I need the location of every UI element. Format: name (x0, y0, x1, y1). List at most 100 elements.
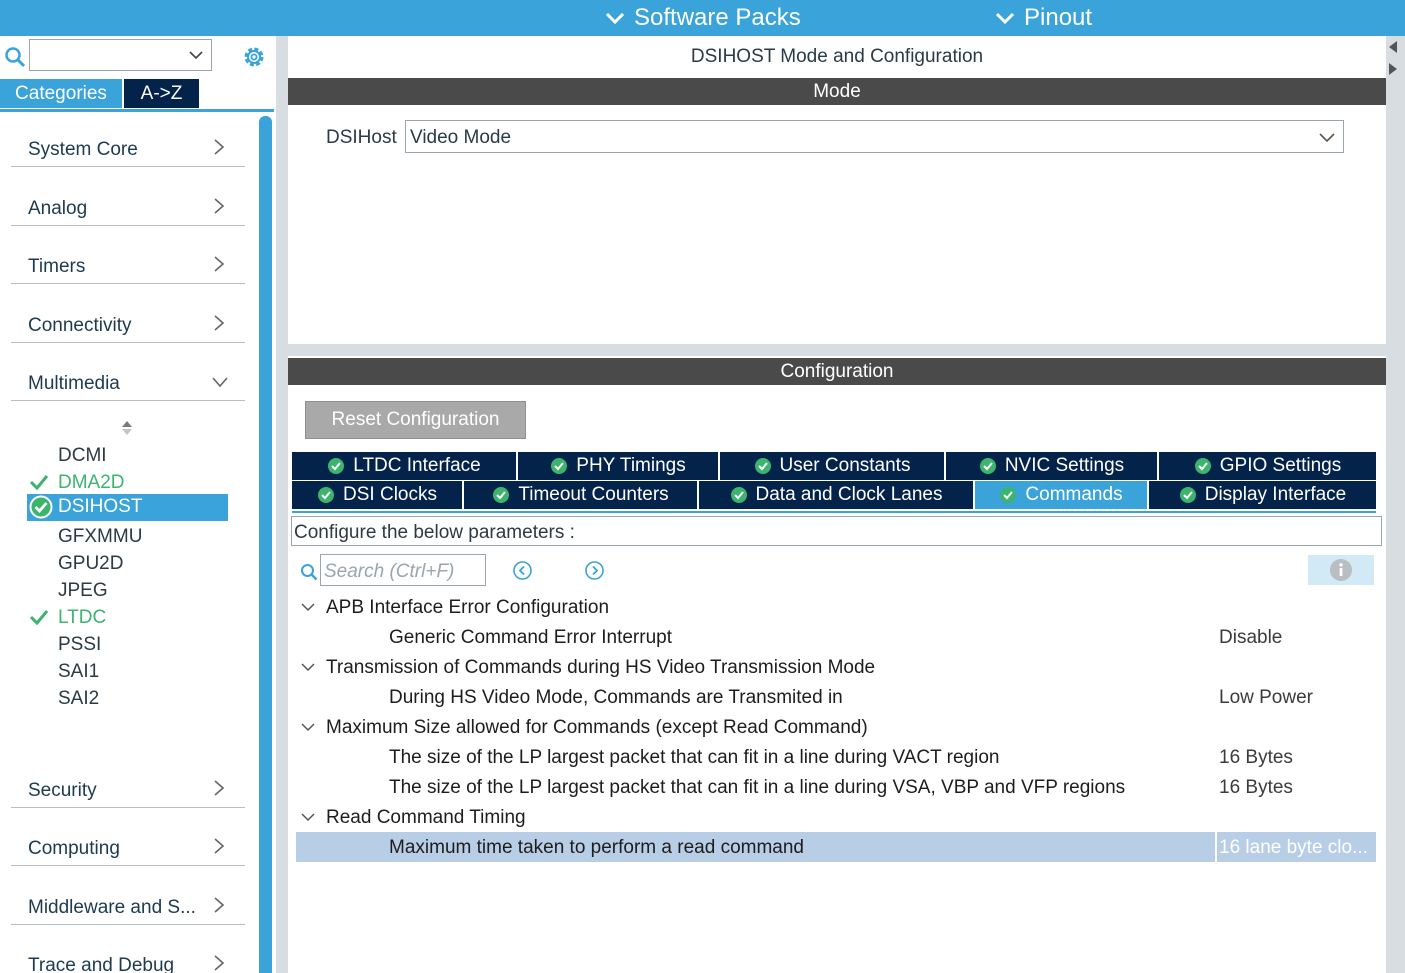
param-row[interactable]: The size of the LP largest packet that c… (296, 742, 1376, 772)
check-circle-icon (328, 458, 345, 474)
category-system-core[interactable]: System Core (11, 131, 245, 167)
search-icon (301, 564, 318, 581)
multimedia-item-gfxmmu[interactable]: GFXMMU (58, 526, 142, 548)
parameters-header: Configure the below parameters : (291, 516, 1382, 546)
check-circle-icon (1194, 458, 1211, 474)
category-computing[interactable]: Computing (11, 830, 245, 866)
config-tabs-row-2: DSI Clocks Timeout Counters Data and Clo… (292, 481, 1376, 509)
check-circle-icon (979, 458, 996, 474)
dsihost-mode-select[interactable]: Video Mode (405, 120, 1344, 153)
tab-phy-timings[interactable]: PHY Timings (518, 452, 718, 480)
chevron-down-icon[interactable] (300, 812, 316, 823)
gear-icon[interactable] (240, 43, 268, 71)
config-tabs-row-1: LTDC Interface PHY Timings User Constant… (292, 452, 1376, 480)
search-combo[interactable] (29, 39, 212, 71)
category-security[interactable]: Security (11, 772, 245, 808)
chevron-down-icon[interactable] (300, 722, 316, 733)
tab-label: User Constants (779, 455, 911, 476)
chevron-down-icon[interactable] (300, 662, 316, 673)
multimedia-item-sai1[interactable]: SAI1 (58, 661, 99, 683)
right-edge-scroll[interactable] (1386, 36, 1405, 973)
param-name: Generic Command Error Interrupt (389, 627, 672, 648)
param-value[interactable]: Disable (1219, 627, 1375, 649)
multimedia-item-gpu2d[interactable]: GPU2D (58, 553, 123, 575)
check-circle-icon (754, 458, 771, 474)
tab-label: Timeout Counters (518, 484, 669, 505)
tab-label: LTDC Interface (353, 455, 481, 476)
category-trace-and-debug[interactable]: Trace and Debug (11, 947, 245, 973)
tab-dsi-clocks[interactable]: DSI Clocks (292, 481, 462, 509)
tab-timeout-counters[interactable]: Timeout Counters (464, 481, 697, 509)
category-multimedia[interactable]: Multimedia (11, 365, 245, 401)
configuration-section-header: Configuration (288, 358, 1386, 385)
reset-configuration-button[interactable]: Reset Configuration (305, 401, 526, 439)
tab-data-and-clock-lanes[interactable]: Data and Clock Lanes (699, 481, 973, 509)
check-icon (29, 610, 49, 626)
multimedia-item-dsihost[interactable]: DSIHOST (27, 494, 228, 521)
param-group-title: APB Interface Error Configuration (326, 597, 610, 618)
param-group-title: Read Command Timing (326, 807, 526, 828)
tab-nvic-settings[interactable]: NVIC Settings (946, 452, 1157, 480)
tab-display-interface[interactable]: Display Interface (1149, 481, 1376, 509)
param-group-title: Maximum Size allowed for Commands (excep… (326, 717, 868, 738)
chevron-down-icon[interactable] (300, 602, 316, 613)
param-group-row[interactable]: Read Command Timing (296, 802, 1376, 832)
param-row[interactable]: During HS Video Mode, Commands are Trans… (296, 682, 1376, 712)
param-name: The size of the LP largest packet that c… (389, 747, 1000, 768)
next-match-icon[interactable] (584, 560, 605, 581)
multimedia-item-dcmi[interactable]: DCMI (58, 445, 107, 467)
category-analog[interactable]: Analog (11, 190, 245, 226)
param-group-row[interactable]: Transmission of Commands during HS Video… (296, 652, 1376, 682)
param-group-row[interactable]: Maximum Size allowed for Commands (excep… (296, 712, 1376, 742)
tab-underline (0, 109, 274, 112)
tab-ltdc-interface[interactable]: LTDC Interface (292, 452, 516, 480)
pinout-menu[interactable]: Pinout (994, 0, 1092, 36)
param-group-row[interactable]: APB Interface Error Configuration (296, 592, 1376, 622)
chevron-right-icon (214, 198, 225, 214)
param-row[interactable]: Generic Command Error Interrupt Disable (296, 622, 1376, 652)
category-middleware[interactable]: Middleware and S... (11, 889, 245, 925)
multimedia-item-label: DSIHOST (58, 496, 143, 517)
search-row (0, 36, 276, 76)
collapse-right-icon[interactable] (1388, 62, 1398, 76)
category-tabs: Categories A->Z (0, 79, 199, 108)
multimedia-item-dma2d[interactable]: DMA2D (58, 472, 125, 494)
chevron-right-icon (214, 139, 225, 155)
panel-splitter[interactable] (276, 36, 288, 973)
param-value[interactable]: 16 Bytes (1219, 777, 1375, 799)
param-row[interactable]: The size of the LP largest packet that c… (296, 772, 1376, 802)
multimedia-item-pssi[interactable]: PSSI (58, 634, 101, 656)
chevron-right-icon (214, 780, 225, 796)
tab-commands[interactable]: Commands (975, 481, 1147, 509)
tab-gpio-settings[interactable]: GPIO Settings (1159, 452, 1376, 480)
chevron-down-icon[interactable] (189, 48, 203, 62)
chevron-down-icon[interactable] (1319, 130, 1335, 144)
parameter-search-input[interactable]: Search (Ctrl+F) (320, 554, 486, 586)
sidebar-scrollbar[interactable] (259, 116, 272, 973)
tabs-underline (292, 511, 1376, 513)
param-value[interactable]: 16 lane byte clo... (1219, 837, 1375, 859)
check-circle-icon (1000, 487, 1017, 503)
category-timers[interactable]: Timers (11, 248, 245, 284)
info-button[interactable] (1308, 555, 1374, 585)
chevron-right-icon (214, 838, 225, 854)
param-value[interactable]: Low Power (1219, 687, 1375, 709)
chevron-down-icon (605, 12, 625, 25)
param-value[interactable]: 16 Bytes (1219, 747, 1375, 769)
multimedia-item-sai2[interactable]: SAI2 (58, 688, 99, 710)
software-packs-menu[interactable]: Software Packs (604, 0, 801, 36)
collapse-left-icon[interactable] (1388, 40, 1398, 54)
sort-icon[interactable] (120, 419, 134, 437)
configuration-panel: Configuration Reset Configuration LTDC I… (288, 356, 1386, 973)
search-placeholder: Search (Ctrl+F) (324, 561, 455, 582)
tab-label: Display Interface (1204, 484, 1347, 505)
multimedia-item-ltdc[interactable]: LTDC (58, 607, 106, 629)
tab-categories[interactable]: Categories (0, 79, 122, 108)
multimedia-item-jpeg[interactable]: JPEG (58, 580, 108, 602)
previous-match-icon[interactable] (512, 560, 533, 581)
category-connectivity[interactable]: Connectivity (11, 307, 245, 343)
tab-user-constants[interactable]: User Constants (720, 452, 944, 480)
param-row-selected[interactable]: Maximum time taken to perform a read com… (296, 832, 1376, 862)
category-label: Timers (28, 256, 86, 277)
tab-a-z[interactable]: A->Z (124, 79, 199, 108)
